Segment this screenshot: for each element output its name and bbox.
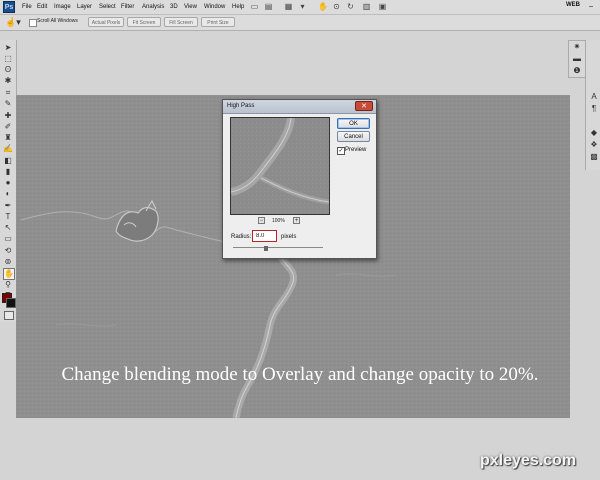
color-panel-icon[interactable]: ◆ xyxy=(589,128,599,138)
preview-label: Preview xyxy=(345,147,367,153)
pen-tool-icon[interactable]: ✒ xyxy=(3,201,13,211)
actual-pixels-button[interactable]: Actual Pixels xyxy=(88,17,124,27)
panel-dock: ✷ ▬ ❶ xyxy=(568,40,586,78)
menu-3d[interactable]: 3D xyxy=(170,2,178,12)
healing-brush-icon[interactable]: ✚ xyxy=(3,111,13,121)
dialog-titlebar[interactable]: High Pass ✕ xyxy=(223,100,376,114)
zoom-tool-panel-icon[interactable]: ⚲ xyxy=(3,280,13,290)
filter-preview[interactable] xyxy=(230,117,330,215)
crop-tool-icon[interactable]: ⌗ xyxy=(3,88,13,98)
preview-checkbox[interactable]: ✓ xyxy=(337,147,345,155)
workspace-switcher[interactable]: WEB xyxy=(566,2,580,8)
3d-camera-icon[interactable]: ⊚ xyxy=(3,257,13,267)
hand-tool-icon[interactable]: ✋ xyxy=(318,2,328,11)
fit-screen-button[interactable]: Fit Screen xyxy=(127,17,161,27)
fill-screen-button[interactable]: Fill Screen xyxy=(164,17,198,27)
dialog-title: High Pass xyxy=(227,103,255,109)
quick-mask-icon[interactable] xyxy=(4,311,14,320)
eyedropper-icon[interactable]: ✎ xyxy=(3,99,13,109)
histogram-panel-icon[interactable]: ▬ xyxy=(569,53,585,65)
eraser-tool-icon[interactable]: ◧ xyxy=(3,156,13,166)
collapsed-panels: A ¶ ◆ ❖ ▩ xyxy=(585,40,600,170)
marquee-tool-icon[interactable]: ⬚ xyxy=(3,54,13,64)
rotate-view-icon[interactable]: ↻ xyxy=(346,2,355,11)
zoom-in-button[interactable]: + xyxy=(293,217,300,224)
brush-tool-icon[interactable]: ✐ xyxy=(3,122,13,132)
preview-image xyxy=(231,118,329,214)
hand-tool-icon[interactable]: ✋ xyxy=(3,268,15,280)
lasso-tool-icon[interactable]: ʘ xyxy=(3,65,13,75)
3d-rotate-icon[interactable]: ⟲ xyxy=(3,246,13,256)
view-extras-icon[interactable]: ▦ xyxy=(284,2,293,11)
menu-filter[interactable]: Filter xyxy=(121,2,134,12)
screen-mode-icon[interactable]: ▣ xyxy=(378,2,387,11)
site-watermark: pxleyes.com xyxy=(480,452,577,469)
menu-select[interactable]: Select xyxy=(99,2,116,12)
menu-view[interactable]: View xyxy=(184,2,197,12)
minimize-icon[interactable]: − xyxy=(586,1,596,12)
radius-slider-thumb[interactable] xyxy=(264,246,268,251)
dodge-tool-icon[interactable]: ◐ xyxy=(3,189,13,199)
menu-bar: Ps File Edit Image Layer Select Filter A… xyxy=(0,0,600,15)
ok-button[interactable]: OK xyxy=(337,118,370,129)
scroll-all-windows-checkbox[interactable] xyxy=(29,19,37,27)
menu-image[interactable]: Image xyxy=(54,2,71,12)
close-icon[interactable]: ✕ xyxy=(355,101,373,111)
magic-wand-icon[interactable]: ✱ xyxy=(3,76,13,86)
app-logo[interactable]: Ps xyxy=(3,1,15,13)
options-bar: ☝▾ Scroll All Windows Actual Pixels Fit … xyxy=(0,15,600,31)
radius-label: Radius: xyxy=(231,234,252,240)
radius-slider-track[interactable] xyxy=(233,247,323,248)
radius-input[interactable] xyxy=(252,230,277,242)
menu-file[interactable]: File xyxy=(22,2,32,12)
type-tool-icon[interactable]: T xyxy=(3,212,13,222)
history-brush-icon[interactable]: ✍ xyxy=(3,144,13,154)
swatches-panel-icon[interactable]: ❖ xyxy=(589,140,599,150)
arrange-documents-icon[interactable]: ▥ xyxy=(362,2,371,11)
styles-panel-icon[interactable]: ▩ xyxy=(589,152,599,162)
print-size-button[interactable]: Print Size xyxy=(201,17,235,27)
zoom-tool-icon[interactable]: ⊙ xyxy=(332,2,341,11)
minibridge-icon[interactable]: ▤ xyxy=(264,2,273,11)
radius-unit: pixels xyxy=(281,234,297,240)
scroll-all-windows-label: Scroll All Windows xyxy=(37,18,78,24)
zoom-level: 100% xyxy=(272,218,285,224)
info-panel-icon[interactable]: ❶ xyxy=(569,65,585,77)
cancel-button[interactable]: Cancel xyxy=(337,131,370,142)
tools-panel: ➤ ⬚ ʘ ✱ ⌗ ✎ ✚ ✐ ♜ ✍ ◧ ▮ ● ◐ ✒ T ↖ ▭ ⟲ ⊚ … xyxy=(0,40,17,322)
clone-stamp-icon[interactable]: ♜ xyxy=(3,133,13,143)
gradient-tool-icon[interactable]: ▮ xyxy=(3,167,13,177)
paragraph-panel-icon[interactable]: ¶ xyxy=(589,104,599,114)
background-color-swatch[interactable] xyxy=(6,298,16,308)
bridge-icon[interactable]: ▭ xyxy=(250,2,259,11)
menu-layer[interactable]: Layer xyxy=(77,2,92,12)
menu-window[interactable]: Window xyxy=(204,2,225,12)
zoom-out-button[interactable]: − xyxy=(258,217,265,224)
high-pass-dialog: High Pass ✕ − 100% + OK Cancel ✓ Preview… xyxy=(222,99,377,259)
character-panel-icon[interactable]: A xyxy=(589,92,599,102)
hand-tool-preset-icon[interactable]: ☝▾ xyxy=(5,17,21,28)
tutorial-caption: Change blending mode to Overlay and chan… xyxy=(61,364,539,385)
menu-edit[interactable]: Edit xyxy=(37,2,47,12)
blur-tool-icon[interactable]: ● xyxy=(3,178,13,188)
shape-tool-icon[interactable]: ▭ xyxy=(3,234,13,244)
zoom-level-icon[interactable]: ▾ xyxy=(298,2,307,11)
navigator-panel-icon[interactable]: ✷ xyxy=(569,41,585,53)
menu-analysis[interactable]: Analysis xyxy=(142,2,164,12)
path-selection-icon[interactable]: ↖ xyxy=(3,223,13,233)
menu-help[interactable]: Help xyxy=(232,2,244,12)
move-tool-icon[interactable]: ➤ xyxy=(3,43,13,53)
